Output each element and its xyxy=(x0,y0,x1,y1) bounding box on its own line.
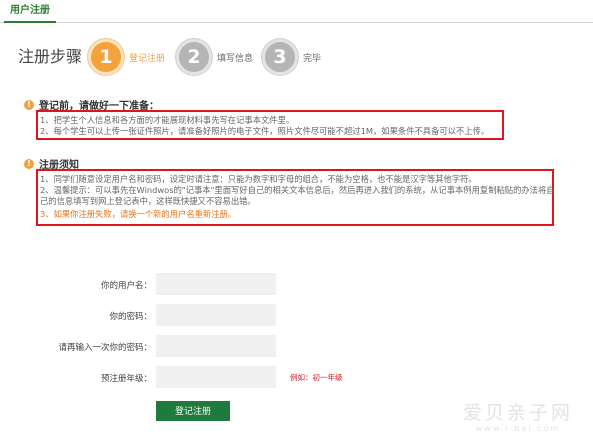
step-2-label: 填写信息 xyxy=(217,53,254,64)
grade-input[interactable] xyxy=(156,366,276,388)
username-label: 你的用户名： xyxy=(100,281,152,291)
grade-label: 预注册年级： xyxy=(100,374,152,384)
watermark-sub: www.i-bei.com xyxy=(475,424,561,433)
password-label: 你的密码： xyxy=(109,312,152,322)
grade-hint: 例如：初一年级 xyxy=(290,373,343,382)
watermark-main: 爱贝亲子网 xyxy=(462,402,573,424)
confirm-password-label: 请再输入一次你的密码： xyxy=(58,343,152,353)
tab-bar: 用户注册 xyxy=(0,0,593,23)
step-1-label: 登记注册 xyxy=(129,53,166,64)
step-2-number: 2 xyxy=(176,39,212,75)
warning-icon: ! xyxy=(24,99,34,110)
rules-line-2: 2、温馨提示：可以事先在Windwos的"记事本"里面写好自己的相关文本信息后，… xyxy=(40,185,555,195)
steps-title: 注册步骤 xyxy=(18,47,83,66)
step-3-label: 完毕 xyxy=(303,53,322,64)
warning-icon: ! xyxy=(24,158,34,169)
password-input[interactable] xyxy=(156,304,276,326)
username-input[interactable] xyxy=(156,273,276,295)
register-submit-button[interactable]: 登记注册 xyxy=(156,401,230,421)
step-2: 2 填写信息 xyxy=(176,37,253,77)
prep-line-2: 2、每个学生可以上传一张证件照片，请准备好照片的电子文件，照片文件尽可能不超过1… xyxy=(40,126,490,136)
step-3-number: 3 xyxy=(262,39,298,75)
step-1-number: 1 xyxy=(88,39,124,75)
registration-steps: 注册步骤 1 登记注册 2 填写信息 3 完毕 xyxy=(0,24,593,88)
rules-line-2-cont: 己的信息填写到网上登记表中，这样既快捷又不容易出错。 xyxy=(40,196,256,206)
prep-line-1: 1、把学生个人信息和各方面的才能展现材料事先写在记事本文件里。 xyxy=(40,115,295,125)
step-1: 1 登记注册 xyxy=(88,37,165,77)
confirm-password-input[interactable] xyxy=(156,335,276,357)
rules-line-1: 1、同学们随意设定用户名和密码，设定时请注意：只能为数字和字母的组合，不能为空格… xyxy=(40,174,477,184)
step-3: 3 完毕 xyxy=(262,37,321,77)
tab-user-register[interactable]: 用户注册 xyxy=(4,0,56,23)
rules-line-3: 3、如果你注册失败，请换一个新的用户名重新注册。 xyxy=(40,209,237,219)
watermark: 爱贝亲子网 www.i-bei.com xyxy=(463,404,573,433)
